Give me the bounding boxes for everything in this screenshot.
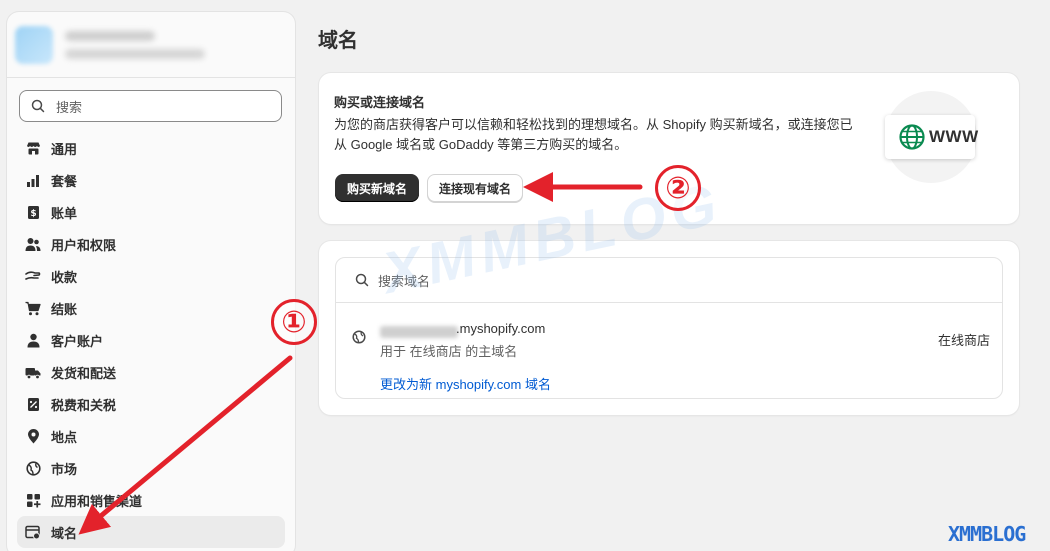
domain-usage: 用于 在线商店 的主域名 (380, 344, 518, 359)
users-icon (25, 236, 41, 252)
www-illustration: WWW (885, 115, 978, 159)
truck-icon (25, 364, 41, 380)
sidebar-item-general[interactable]: 通用 (17, 132, 285, 164)
step-2-marker: ② (655, 165, 701, 211)
sidebar-item-label: 市场 (51, 461, 78, 477)
domain-icon (25, 524, 41, 540)
sidebar-item-label: 域名 (51, 525, 78, 541)
store-icon (25, 140, 41, 156)
location-icon (25, 428, 41, 444)
card-heading: 购买或连接域名 (334, 95, 426, 110)
globe-icon (25, 460, 41, 476)
sidebar-item-label: 税费和关税 (51, 397, 117, 413)
sidebar-item-apps[interactable]: 应用和销售渠道 (17, 484, 285, 516)
www-text: WWW (929, 127, 979, 146)
sidebar-item-label: 应用和销售渠道 (51, 493, 143, 509)
search-icon (30, 98, 46, 114)
sidebar-item-label: 收款 (51, 269, 78, 285)
sidebar-item-taxes[interactable]: 税费和关税 (17, 388, 285, 420)
person-icon (25, 332, 41, 348)
store-name-blurred (65, 30, 205, 59)
sidebar-search-placeholder: 搜索 (56, 99, 83, 115)
search-icon (354, 272, 370, 288)
sidebar-item-domains[interactable]: 域名 (17, 516, 285, 548)
domain-subdomain-blurred (380, 326, 458, 338)
payments-icon (25, 268, 41, 284)
buy-new-domain-button[interactable]: 购买新域名 (335, 174, 419, 202)
sidebar-item-shipping[interactable]: 发货和配送 (17, 356, 285, 388)
sidebar-item-users[interactable]: 用户和权限 (17, 228, 285, 260)
step-1-marker: ① (271, 299, 317, 345)
sidebar-item-customer-accounts[interactable]: 客户账户 (17, 324, 285, 356)
globe-icon (352, 330, 366, 349)
sidebar-item-payments[interactable]: 收款 (17, 260, 285, 292)
sidebar-item-label: 客户账户 (51, 333, 104, 349)
sidebar-item-label: 套餐 (51, 173, 78, 189)
cart-icon (25, 300, 41, 316)
domain-row[interactable]: .myshopify.com 用于 在线商店 的主域名 更改为新 myshopi… (336, 304, 1002, 398)
sidebar-item-label: 地点 (51, 429, 78, 445)
store-header[interactable] (7, 12, 295, 78)
svg-text:$: $ (30, 209, 36, 219)
apps-icon (25, 492, 41, 508)
domain-status: 在线商店 (937, 333, 990, 348)
sidebar-item-plan[interactable]: 套餐 (17, 164, 285, 196)
connect-existing-domain-button[interactable]: 连接现有域名 (427, 174, 523, 202)
sidebar-item-label: 用户和权限 (51, 237, 117, 253)
domain-name: .myshopify.com (456, 321, 546, 336)
card-description: 为您的商店获得客户可以信赖和轻松找到的理想域名。从 Shopify 购买新域名，… (334, 117, 853, 152)
settings-nav: 通用 套餐 $ 账单 用户和权限 收款 结账 客户账户 发货和配送 税费和关税 … (17, 132, 285, 548)
tax-icon (25, 396, 41, 412)
sidebar-item-label: 账单 (51, 205, 78, 221)
sidebar-item-markets[interactable]: 市场 (17, 452, 285, 484)
sidebar-item-checkout[interactable]: 结账 (17, 292, 285, 324)
sidebar-item-label: 结账 (51, 301, 78, 317)
sidebar-item-locations[interactable]: 地点 (17, 420, 285, 452)
sidebar-search-input[interactable]: 搜索 (19, 90, 282, 122)
corner-watermark: XMMBLOG (948, 522, 1026, 546)
change-myshopify-domain-link[interactable]: 更改为新 myshopify.com 域名 (380, 374, 551, 393)
store-avatar (15, 25, 53, 64)
chart-bars-icon (25, 172, 41, 188)
settings-sidebar: 搜索 通用 套餐 $ 账单 用户和权限 收款 结账 客户账户 发货和配送 税费和… (7, 12, 295, 551)
sidebar-item-label: 发货和配送 (51, 365, 117, 381)
sidebar-item-billing[interactable]: $ 账单 (17, 196, 285, 228)
billing-icon: $ (25, 204, 41, 220)
green-globe-icon (899, 124, 925, 150)
page-title: 域名 (318, 30, 358, 52)
sidebar-item-label: 通用 (51, 141, 78, 157)
